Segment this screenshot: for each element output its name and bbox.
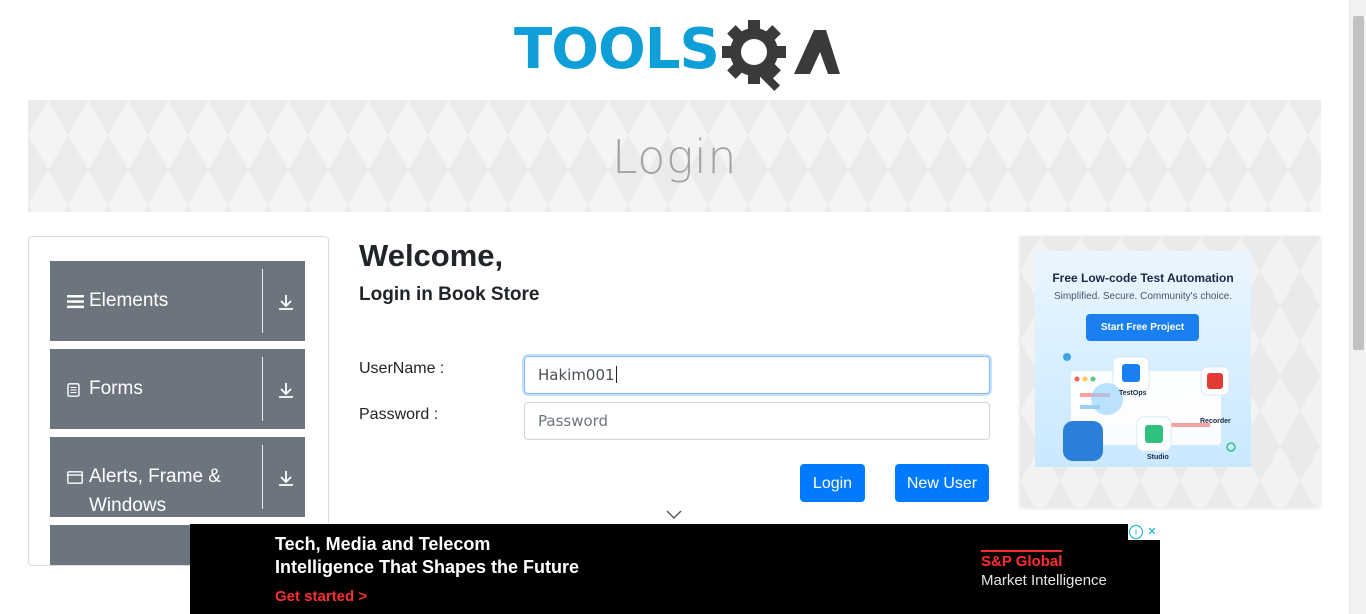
divider: [262, 445, 263, 509]
ad-start-button[interactable]: Start Free Project: [1086, 314, 1199, 341]
welcome-heading: Welcome,: [359, 238, 504, 273]
sidebar-group-elements[interactable]: Elements: [50, 261, 305, 341]
password-placeholder: Password: [538, 412, 609, 430]
hamburger-icon: [67, 295, 84, 309]
ad-title: Free Low-code Test Automation: [1052, 271, 1234, 285]
ad-card[interactable]: Free Low-code Test Automation Simplified…: [1035, 251, 1251, 467]
username-label: UserName :: [359, 360, 445, 377]
page-banner: Login: [28, 100, 1321, 212]
svg-text:TOOLS: TOOLS: [514, 17, 719, 82]
window-icon: [67, 471, 83, 484]
ad-close-icon[interactable]: ✕: [1145, 525, 1159, 539]
ad-tag-testops: TestOps: [1119, 390, 1147, 397]
sidebar-group-label: Forms: [89, 378, 143, 399]
sidebar-group-forms[interactable]: Forms: [50, 349, 305, 429]
page-title: Login: [611, 130, 737, 184]
password-input[interactable]: Password: [524, 402, 990, 440]
ad-brand-sub: Market Intelligence: [981, 572, 1107, 589]
bottom-advertisement[interactable]: Tech, Media and Telecom Intelligence Tha…: [190, 524, 1160, 614]
ad-brand-name: S&P Global: [981, 550, 1063, 570]
ad-choices[interactable]: i ✕: [1128, 524, 1160, 540]
ad-get-started-link[interactable]: Get started >: [275, 588, 367, 605]
username-input[interactable]: Hakim001: [524, 356, 990, 394]
ad-headline-1: Tech, Media and Telecom: [275, 534, 491, 554]
ad-tag-recorder: Recorder: [1200, 418, 1231, 425]
download-icon[interactable]: [277, 381, 295, 399]
ad-tag-studio: Studio: [1147, 454, 1169, 461]
login-subtitle: Login in Book Store: [359, 284, 540, 305]
left-panel: Elements Forms Alerts, Frame & Windows: [28, 236, 329, 566]
login-button[interactable]: Login: [800, 464, 865, 502]
ad-subtitle: Simplified. Secure. Community's choice.: [1053, 291, 1233, 302]
download-icon[interactable]: [277, 469, 295, 487]
divider: [262, 269, 263, 333]
sidebar-group-alerts-frame-windows[interactable]: Alerts, Frame & Windows: [50, 437, 305, 517]
sidebar-group-label: Elements: [89, 290, 169, 311]
scrollbar-thumb[interactable]: [1353, 16, 1364, 350]
ad-headline-2: Intelligence That Shapes the Future: [275, 557, 580, 577]
text-cursor: [615, 366, 617, 383]
sidebar-group-label: Alerts, Frame &: [89, 466, 221, 487]
chevron-down-icon[interactable]: [666, 510, 682, 520]
toolsqa-logo[interactable]: TOOLS: [514, 14, 840, 92]
username-value: Hakim001: [538, 366, 615, 384]
new-user-button[interactable]: New User: [895, 464, 989, 502]
ad-illustration: [1063, 353, 1236, 461]
divider: [262, 357, 263, 421]
form-icon: [67, 383, 80, 397]
password-label: Password :: [359, 406, 439, 423]
download-icon[interactable]: [277, 293, 295, 311]
side-advertisement[interactable]: Free Low-code Test Automation Simplified…: [1020, 236, 1320, 507]
ad-brand: S&P Global Market Intelligence: [981, 550, 1107, 589]
sidebar-group-label-line2: Windows: [89, 495, 167, 516]
ad-info-icon[interactable]: i: [1129, 525, 1143, 539]
page-scrollbar[interactable]: [1349, 0, 1366, 614]
